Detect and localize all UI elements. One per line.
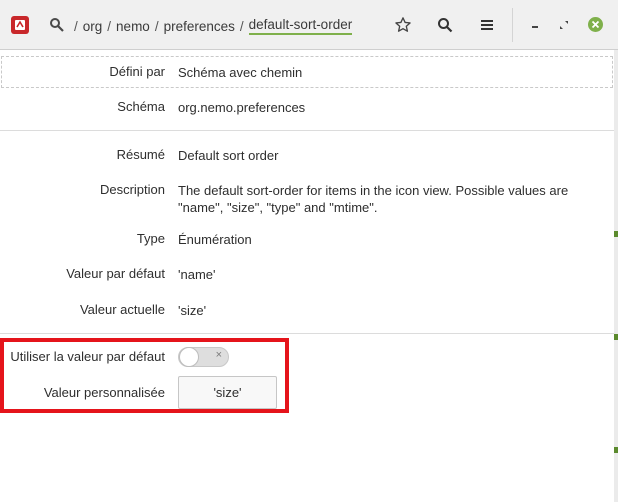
header-bar: / org / nemo / preferences / default-sor…	[0, 0, 618, 50]
restore-button[interactable]	[552, 13, 576, 37]
breadcrumb-separator: /	[239, 18, 244, 34]
schema-value: org.nemo.preferences	[178, 100, 306, 115]
description-label: Description	[99, 182, 165, 197]
type-label: Type	[136, 231, 165, 246]
breadcrumb-separator: /	[74, 18, 78, 34]
schema-label: Schéma	[117, 99, 165, 114]
hamburger-menu-icon	[481, 20, 493, 30]
breadcrumb-org[interactable]: org	[83, 19, 103, 34]
bookmark-button[interactable]	[391, 13, 415, 37]
star-outline-icon	[395, 17, 411, 32]
close-button[interactable]	[588, 17, 603, 32]
breadcrumb-separator: /	[107, 18, 112, 34]
default-value-value: 'name'	[178, 267, 216, 282]
dconf-editor-icon	[11, 16, 29, 34]
restore-icon	[560, 21, 568, 29]
background-window-edge	[614, 447, 618, 453]
description-value: The default sort-order for items in the …	[178, 183, 569, 215]
defined-by-label: Défini par	[109, 64, 165, 79]
menu-button[interactable]	[475, 13, 499, 37]
default-value-label: Valeur par défaut	[66, 266, 165, 281]
header-separator	[512, 8, 513, 42]
breadcrumb-preferences[interactable]: preferences	[164, 19, 235, 34]
annotation-highlight-box	[0, 338, 289, 413]
section-divider	[0, 333, 614, 334]
background-window-edge	[614, 231, 618, 237]
minimize-button[interactable]	[523, 13, 547, 37]
breadcrumb-current-key[interactable]: default-sort-order	[248, 17, 353, 35]
summary-value: Default sort order	[178, 148, 279, 163]
defined-by-value: Schéma avec chemin	[178, 65, 303, 80]
key-path-icon[interactable]	[49, 17, 65, 33]
search-button[interactable]	[433, 13, 457, 37]
key-details-panel: Défini par Schéma avec chemin Schéma org…	[0, 50, 618, 502]
minimize-icon	[532, 26, 538, 28]
summary-label: Résumé	[116, 147, 165, 162]
type-value: Énumération	[178, 232, 252, 247]
close-icon	[591, 20, 600, 29]
breadcrumb-nemo[interactable]: nemo	[116, 19, 150, 34]
current-value-label: Valeur actuelle	[79, 302, 165, 317]
current-value-value: 'size'	[178, 303, 207, 318]
section-divider	[0, 130, 614, 131]
background-window-edge	[614, 334, 618, 340]
search-icon	[438, 18, 453, 33]
breadcrumb-separator: /	[154, 18, 159, 34]
breadcrumb: / org / nemo / preferences / default-sor…	[69, 17, 353, 35]
window-edge	[614, 50, 618, 502]
